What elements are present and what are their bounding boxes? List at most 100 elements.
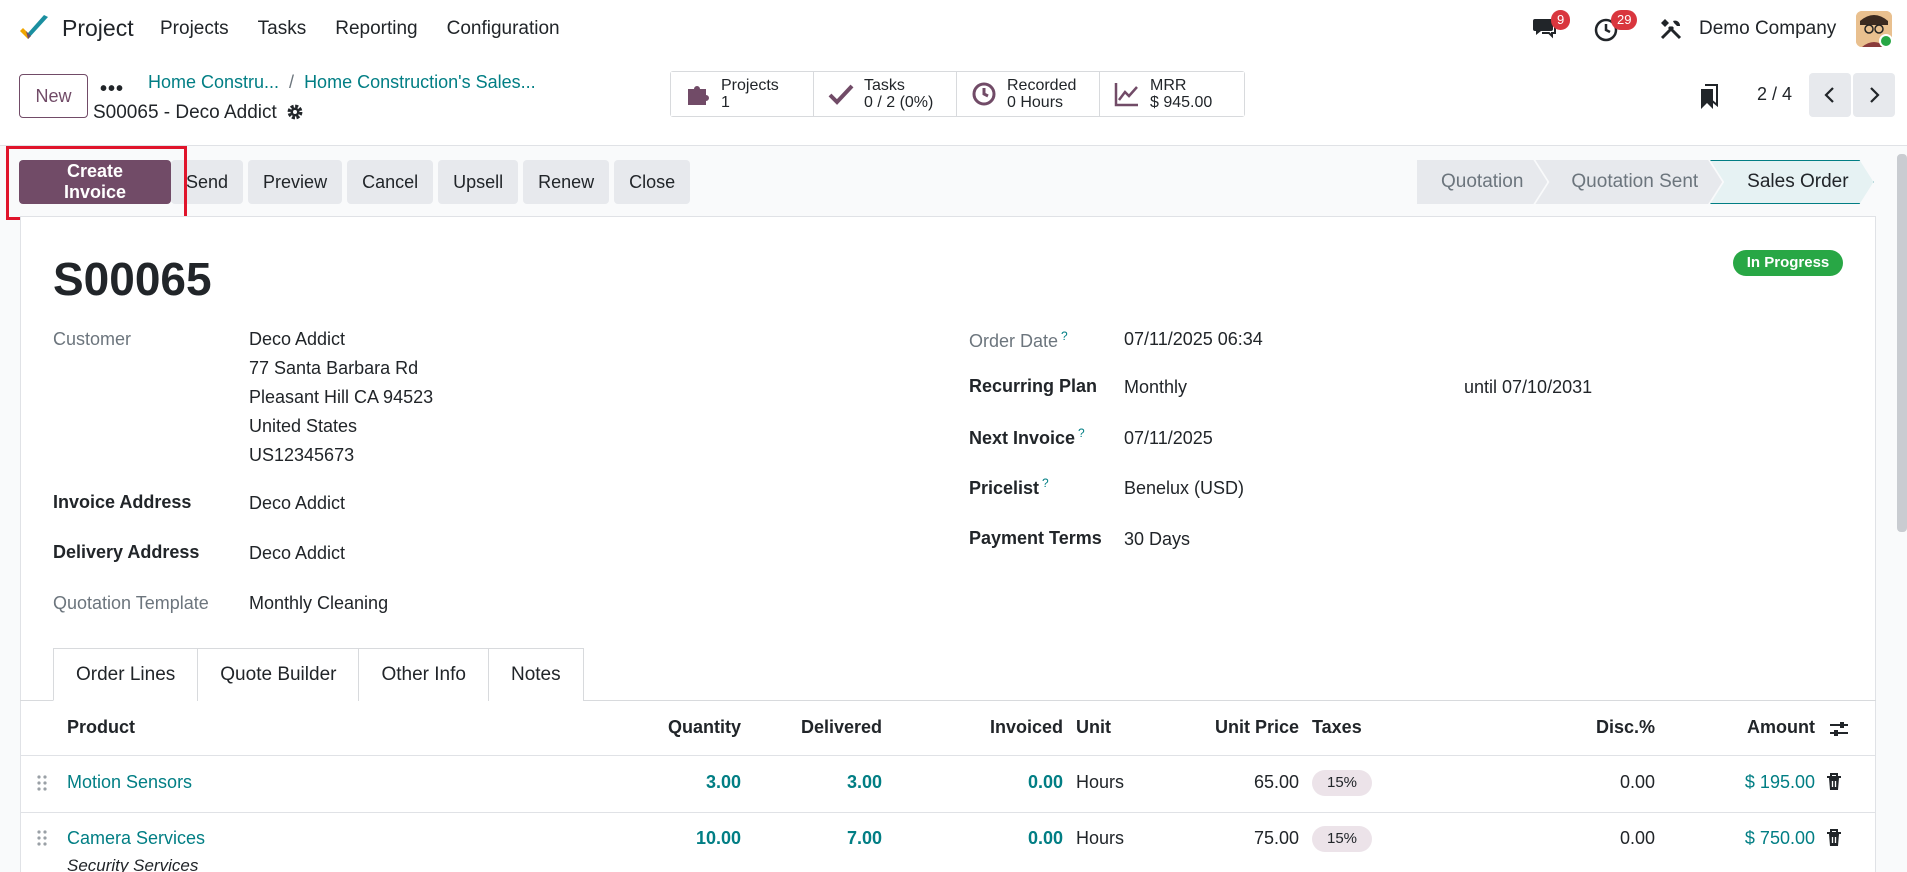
messages-badge: 9 xyxy=(1551,10,1571,30)
stage-quotation[interactable]: Quotation xyxy=(1417,160,1547,204)
chart-line-icon xyxy=(1114,83,1138,107)
project-app-icon[interactable] xyxy=(18,13,50,45)
row-invoiced[interactable]: 0.00 xyxy=(900,828,1063,849)
customer-name-link[interactable]: Deco Addict xyxy=(249,329,345,350)
quotation-template-link[interactable]: Monthly Cleaning xyxy=(249,593,388,614)
next-invoice-label: Next Invoice? xyxy=(969,426,1085,448)
renew-button[interactable]: Renew xyxy=(523,160,610,204)
delivery-address-field[interactable]: Deco Addict xyxy=(249,543,345,564)
row-product-link[interactable]: Camera Services xyxy=(67,828,205,849)
highlight-box xyxy=(6,146,187,220)
col-taxes[interactable]: Taxes xyxy=(1312,717,1362,738)
puzzle-icon xyxy=(688,86,709,105)
row-invoiced[interactable]: 0.00 xyxy=(900,772,1063,793)
col-product[interactable]: Product xyxy=(67,717,135,738)
smart-value: $ 945.00 xyxy=(1150,94,1213,111)
cancel-button[interactable]: Cancel xyxy=(347,160,434,204)
menu-projects[interactable]: Projects xyxy=(160,18,229,40)
tab-other-info[interactable]: Other Info xyxy=(358,648,489,701)
col-disc[interactable]: Disc.% xyxy=(1560,717,1655,738)
invoice-address-label: Invoice Address xyxy=(53,492,192,512)
row-quantity[interactable]: 3.00 xyxy=(600,772,741,793)
row-quantity[interactable]: 10.00 xyxy=(600,828,741,849)
recurring-plan-label: Recurring Plan xyxy=(969,376,1098,396)
row-discount[interactable]: 0.00 xyxy=(1560,828,1655,849)
pager-previous-button[interactable] xyxy=(1809,73,1851,117)
app-name[interactable]: Project xyxy=(62,15,134,42)
scrollbar[interactable] xyxy=(1897,154,1907,532)
control-panel: New ••• Home Constru... / Home Construct… xyxy=(0,58,1907,146)
col-quantity[interactable]: Quantity xyxy=(600,717,741,738)
gear-icon[interactable] xyxy=(286,103,304,121)
col-unit[interactable]: Unit xyxy=(1076,717,1111,738)
breadcrumb-item-1[interactable]: Home Constru... xyxy=(148,72,279,93)
chevron-right-icon xyxy=(1870,87,1880,103)
row-delivered[interactable]: 3.00 xyxy=(760,772,882,793)
preview-button[interactable]: Preview xyxy=(248,160,343,204)
menu-configuration[interactable]: Configuration xyxy=(447,18,560,40)
row-tax-badge[interactable]: 15% xyxy=(1312,770,1372,796)
trash-icon[interactable] xyxy=(1826,829,1842,847)
clock-icon xyxy=(972,82,996,106)
menu-tasks[interactable]: Tasks xyxy=(258,18,307,40)
payment-terms-field[interactable]: 30 Days xyxy=(1124,529,1190,550)
row-tax-badge[interactable]: 15% xyxy=(1312,826,1372,852)
col-amount[interactable]: Amount xyxy=(1700,717,1815,738)
status-badge: In Progress xyxy=(1733,250,1843,276)
col-unit-price[interactable]: Unit Price xyxy=(1180,717,1299,738)
trash-icon[interactable] xyxy=(1826,773,1842,791)
smart-value: 0 Hours xyxy=(1007,94,1064,111)
quotation-template-label: Quotation Template xyxy=(53,593,209,613)
invoice-address-field[interactable]: Deco Addict xyxy=(249,493,345,514)
smart-label: Recorded xyxy=(1007,77,1077,94)
drag-handle-icon[interactable] xyxy=(36,774,48,792)
pager-next-button[interactable] xyxy=(1853,73,1895,117)
breadcrumb-more-icon[interactable]: ••• xyxy=(100,78,124,101)
row-unit-price[interactable]: 75.00 xyxy=(1180,828,1299,849)
row-description[interactable]: Security Services xyxy=(67,856,198,872)
next-invoice-field[interactable]: 07/11/2025 xyxy=(1124,428,1213,449)
order-name: S00065 xyxy=(53,253,212,305)
help-icon: ? xyxy=(1078,426,1085,440)
order-date-field[interactable]: 07/11/2025 06:34 xyxy=(1124,329,1263,350)
smart-button-tasks[interactable]: Tasks 0 / 2 (0%) xyxy=(814,72,957,116)
breadcrumb: Home Constru... / Home Construction's Sa… xyxy=(148,72,536,93)
tab-quote-builder[interactable]: Quote Builder xyxy=(197,648,360,701)
row-unit[interactable]: Hours xyxy=(1076,772,1124,793)
smart-value: 1 xyxy=(721,94,730,111)
bookmark-icon[interactable] xyxy=(1699,83,1719,109)
menu-reporting[interactable]: Reporting xyxy=(335,18,417,40)
company-name[interactable]: Demo Company xyxy=(1699,18,1836,40)
smart-button-mrr[interactable]: MRR $ 945.00 xyxy=(1100,72,1244,116)
tab-order-lines[interactable]: Order Lines xyxy=(53,648,199,701)
tools-icon[interactable] xyxy=(1659,17,1683,41)
drag-handle-icon[interactable] xyxy=(36,829,48,847)
stage-quotation-sent[interactable]: Quotation Sent xyxy=(1535,160,1722,204)
help-icon: ? xyxy=(1042,476,1049,490)
new-button[interactable]: New xyxy=(19,74,88,118)
close-button[interactable]: Close xyxy=(614,160,691,204)
top-navbar: Project Projects Tasks Reporting Configu… xyxy=(0,0,1907,58)
payment-terms-label: Payment Terms xyxy=(969,528,1102,548)
smart-button-projects[interactable]: Projects 1 xyxy=(671,72,814,116)
col-invoiced[interactable]: Invoiced xyxy=(900,717,1063,738)
stage-sales-order[interactable]: Sales Order xyxy=(1710,160,1873,204)
pricelist-field[interactable]: Benelux (USD) xyxy=(1124,478,1244,499)
column-settings-icon[interactable] xyxy=(1829,720,1849,738)
tab-notes[interactable]: Notes xyxy=(487,648,584,701)
recurring-plan-field[interactable]: Monthly xyxy=(1124,377,1187,398)
main-menu: Projects Tasks Reporting Configuration xyxy=(160,18,560,40)
pager-value[interactable]: 2 / 4 xyxy=(1757,84,1792,105)
row-unit-price[interactable]: 65.00 xyxy=(1180,772,1299,793)
recurring-until-field[interactable]: until 07/10/2031 xyxy=(1464,377,1592,398)
row-product-link[interactable]: Motion Sensors xyxy=(67,772,192,793)
row-discount[interactable]: 0.00 xyxy=(1560,772,1655,793)
row-unit[interactable]: Hours xyxy=(1076,828,1124,849)
row-delivered[interactable]: 7.00 xyxy=(760,828,882,849)
smart-label: Projects xyxy=(721,77,779,94)
smart-button-recorded[interactable]: Recorded 0 Hours xyxy=(957,72,1100,116)
breadcrumb-item-2[interactable]: Home Construction's Sales... xyxy=(304,72,536,93)
col-delivered[interactable]: Delivered xyxy=(760,717,882,738)
upsell-button[interactable]: Upsell xyxy=(438,160,519,204)
record-title: S00065 - Deco Addict xyxy=(93,102,277,123)
